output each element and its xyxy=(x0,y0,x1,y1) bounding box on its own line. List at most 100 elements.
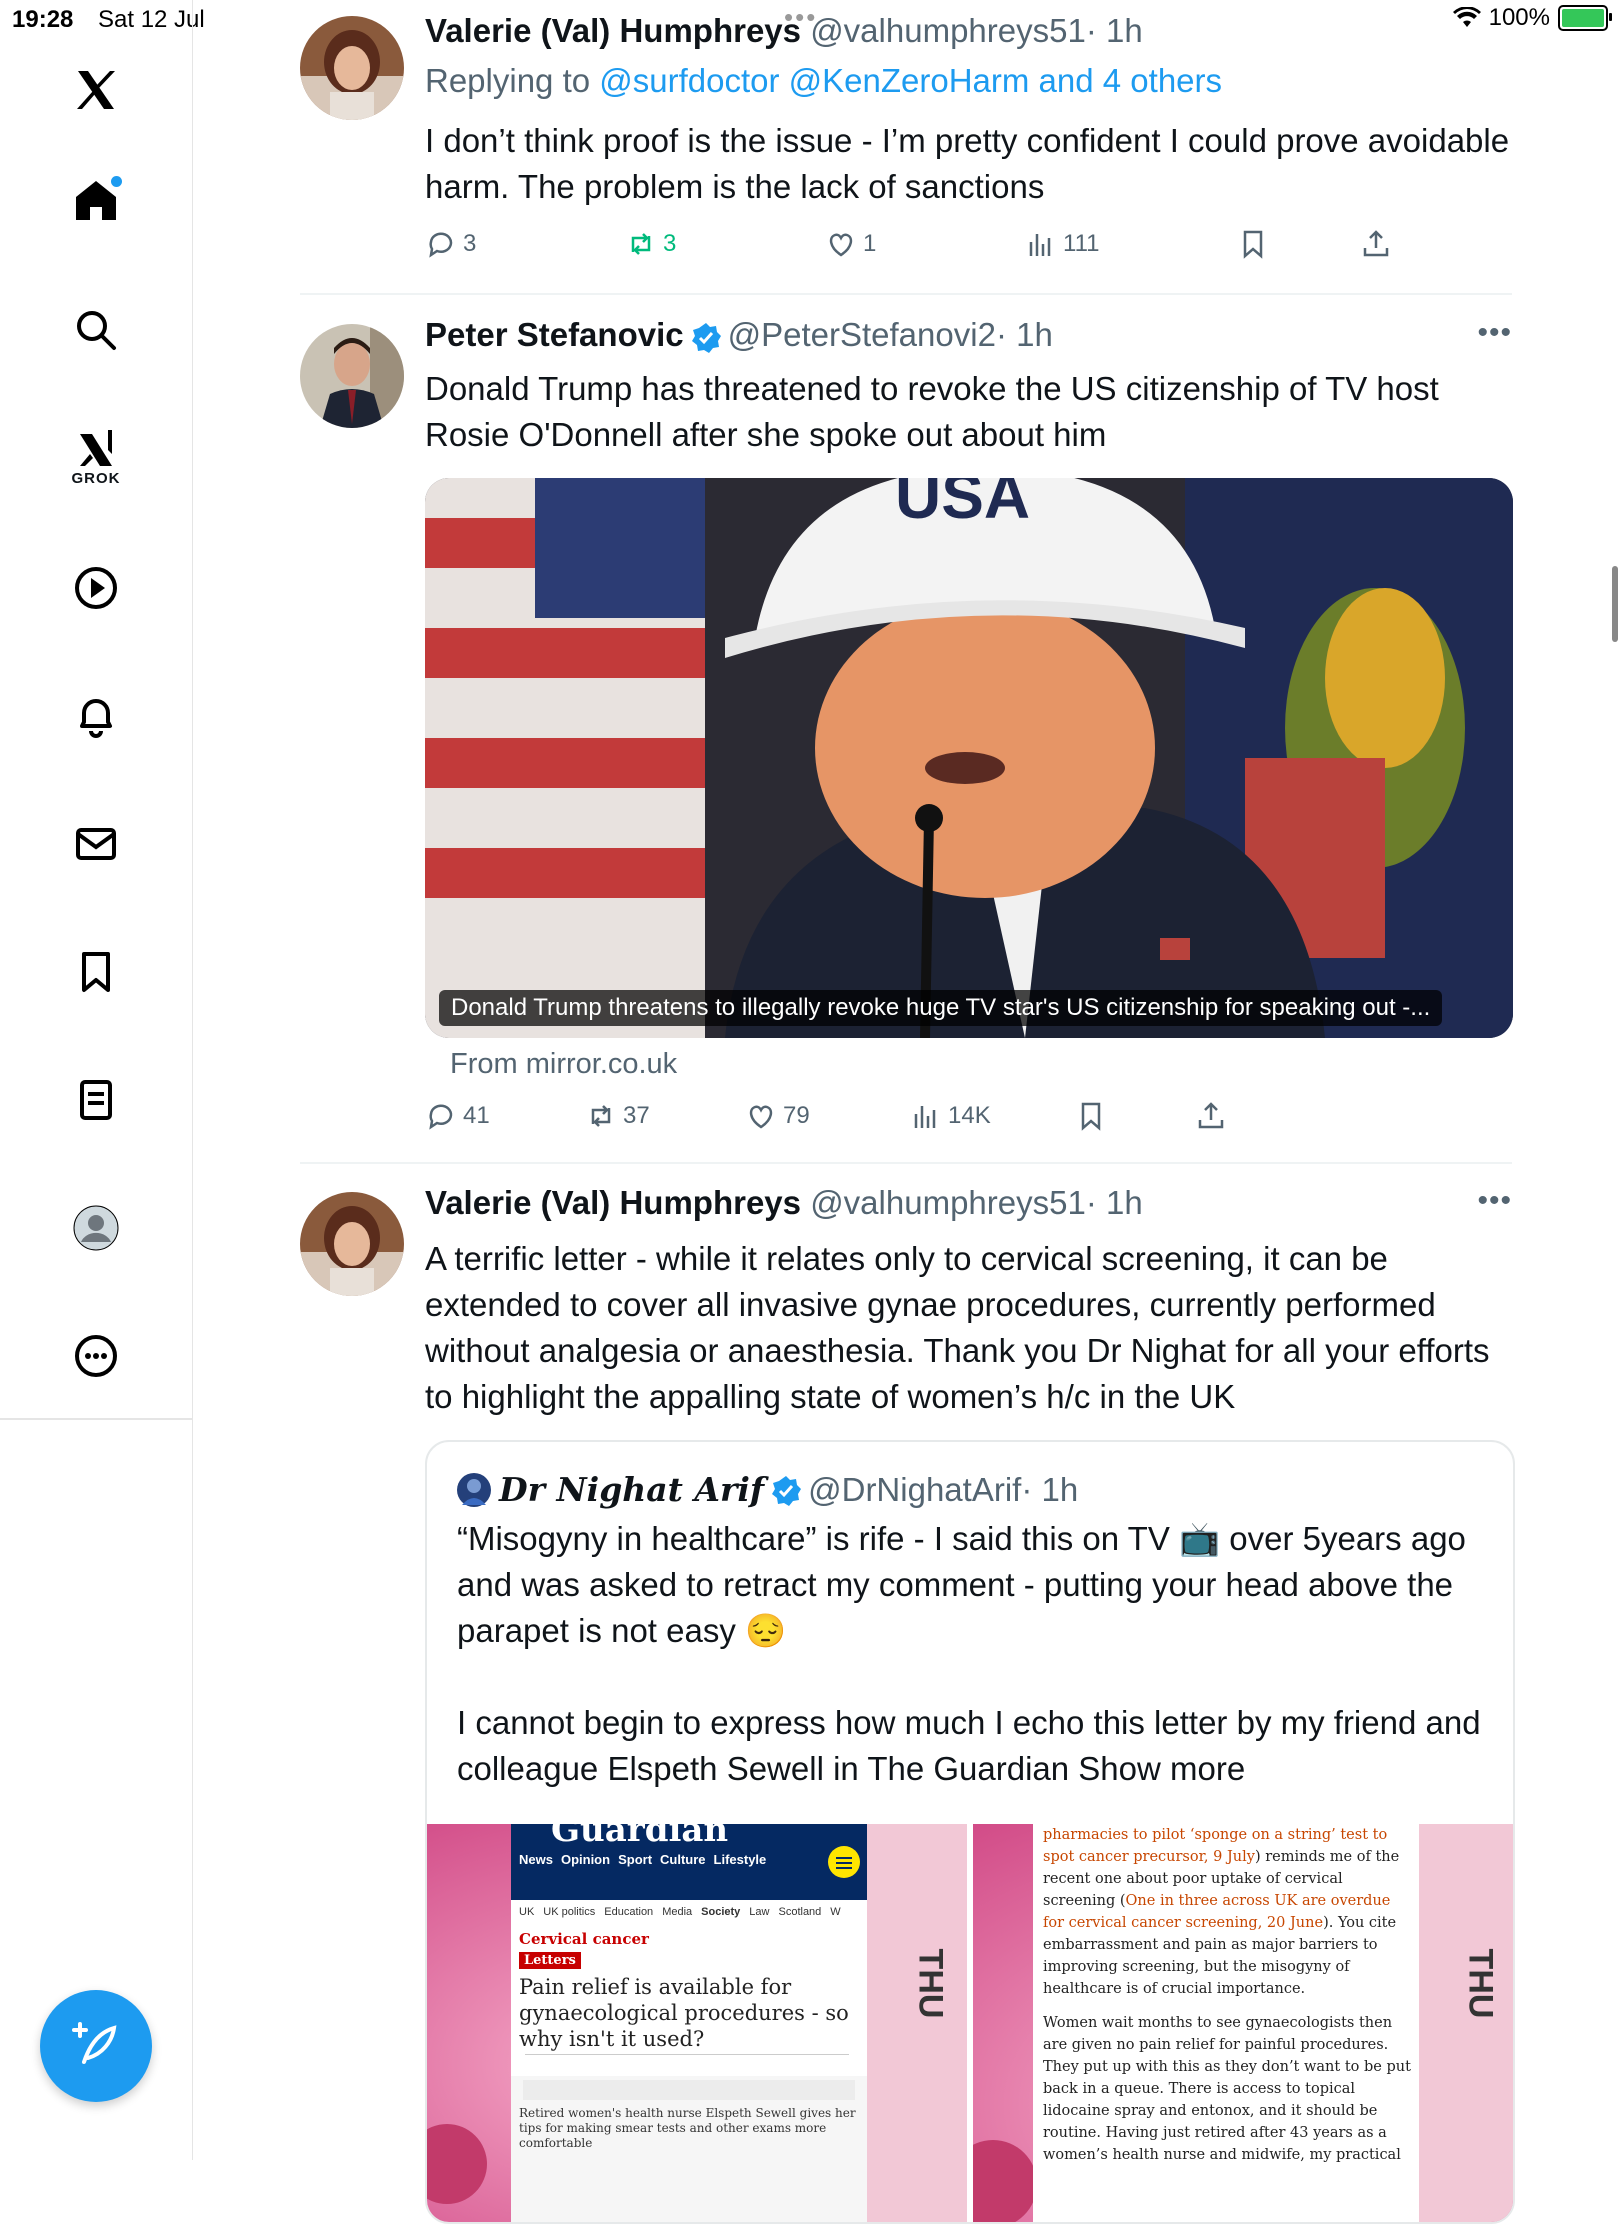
more-options-icon[interactable]: ••• xyxy=(1477,1184,1512,1218)
author-name[interactable]: Valerie (Val) Humphreys xyxy=(425,12,801,49)
x-logo-icon[interactable] xyxy=(48,42,144,138)
side-label: THU xyxy=(1461,1948,1500,2019)
more-circle-icon xyxy=(75,1335,117,1377)
views-button[interactable]: 14K xyxy=(910,1100,991,1132)
bookmark-button[interactable] xyxy=(1237,228,1269,260)
nav-search[interactable] xyxy=(48,282,144,378)
bookmark-icon xyxy=(1243,230,1263,259)
tweet[interactable]: Peter Stefanovic @PeterStefanovi2· 1h •••… xyxy=(300,296,1513,1162)
show-more-link[interactable]: Show more xyxy=(1078,1750,1245,1787)
quote-author-handle[interactable]: @DrNighatArif xyxy=(808,1471,1021,1509)
nav-grok[interactable]: GROK xyxy=(48,408,144,504)
guardian-subnav-item: UK xyxy=(519,1906,535,1918)
bookmark-button[interactable] xyxy=(1075,1100,1107,1132)
quote-post-time: · 1h xyxy=(1021,1470,1079,1508)
avatar[interactable] xyxy=(300,1192,404,1296)
views-chart-icon xyxy=(1029,234,1051,256)
nav-messages[interactable] xyxy=(48,796,144,892)
guardian-nav-item: Lifestyle xyxy=(713,1852,767,1867)
quote-image-1[interactable]: Guardian News Opinion Sport Culture Life… xyxy=(427,1824,967,2222)
like-button[interactable]: 1 xyxy=(825,228,876,260)
author-handle[interactable]: @PeterStefanovi2 xyxy=(728,316,996,353)
hat-text: USA xyxy=(895,478,1030,532)
nav-video[interactable] xyxy=(48,540,144,636)
author-handle[interactable]: @valhumphreys51 xyxy=(810,1184,1086,1221)
heart-icon xyxy=(749,1105,773,1129)
sidebar: GROK xyxy=(0,0,193,2160)
reply-icon xyxy=(429,1104,453,1130)
replying-prefix: Replying to xyxy=(425,62,600,99)
quote-image-2[interactable]: pharmacies to pilot ‘sponge on a string’… xyxy=(973,1824,1513,2222)
like-button[interactable]: 79 xyxy=(745,1100,810,1132)
guardian-nav-item: News xyxy=(519,1852,553,1867)
guardian-subnav-item: Society xyxy=(701,1906,741,1918)
guardian-tag: Letters xyxy=(519,1952,581,1969)
like-count: 79 xyxy=(783,1102,810,1129)
guardian-standfirst: Retired women's health nurse Elspeth Sew… xyxy=(519,2106,856,2150)
quote-header: Dr Nighat Arif @DrNighatArif · 1h xyxy=(457,1470,1078,1509)
guardian-subnav-item: Law xyxy=(749,1906,770,1918)
avatar[interactable] xyxy=(300,16,404,120)
scrollbar[interactable] xyxy=(1612,566,1618,642)
author-name[interactable]: Valerie (Val) Humphreys xyxy=(425,1184,801,1221)
repost-count: 37 xyxy=(623,1102,650,1129)
views-button[interactable]: 111 xyxy=(1025,228,1099,260)
guardian-nav-item: Sport xyxy=(618,1852,653,1867)
link-card-image[interactable]: USA Donald Trump threatens to illegally … xyxy=(425,478,1513,1038)
nav-profile[interactable] xyxy=(48,1180,144,1276)
tweet[interactable]: Valerie (Val) Humphreys @valhumphreys51 ·… xyxy=(300,1164,1515,2224)
replying-to: Replying to @surfdoctor @KenZeroHarm and… xyxy=(425,62,1222,100)
quote-avatar[interactable] xyxy=(457,1472,491,1507)
play-circle-icon xyxy=(75,567,117,609)
author-name[interactable]: Peter Stefanovic xyxy=(425,316,684,353)
tweet-text: Donald Trump has threatened to revoke th… xyxy=(425,370,1439,453)
guardian-nav-item: Opinion xyxy=(560,1852,611,1867)
guardian-subnav: UK UK politics Education Media Society L… xyxy=(519,1906,841,1918)
share-icon xyxy=(1198,1102,1224,1129)
reply-button[interactable]: 3 xyxy=(425,228,476,260)
nav-notifications[interactable] xyxy=(48,668,144,764)
quote-author-name[interactable]: Dr Nighat Arif xyxy=(499,1470,764,1509)
guardian-headline: Pain relief is available for gynaecologi… xyxy=(519,1975,849,2051)
heart-icon xyxy=(829,233,853,257)
repost-button[interactable]: 37 xyxy=(585,1100,650,1132)
tweet-header: Valerie (Val) Humphreys @valhumphreys51·… xyxy=(425,1184,1143,1222)
tweet-actions: 3 3 1 111 xyxy=(425,228,1515,268)
view-count: 111 xyxy=(1063,230,1100,257)
views-chart-icon xyxy=(914,1106,936,1128)
verified-badge-icon xyxy=(691,323,721,354)
grok-label: GROK xyxy=(71,469,121,487)
guardian-nav-item: Culture xyxy=(660,1852,706,1867)
verified-badge-icon xyxy=(772,1475,802,1506)
replying-to-link[interactable]: @surfdoctor @KenZeroHarm and 4 others xyxy=(599,62,1222,99)
avatar[interactable] xyxy=(300,324,404,428)
home-notification-dot xyxy=(111,176,122,187)
share-button[interactable] xyxy=(1360,228,1392,260)
quote-text-para1: “Misogyny in healthcare” is rife - I sai… xyxy=(457,1520,1466,1649)
repost-button[interactable]: 3 xyxy=(625,228,676,260)
repost-icon xyxy=(631,233,651,255)
tweet-header: Peter Stefanovic @PeterStefanovi2· 1h xyxy=(425,316,1053,354)
view-count: 14K xyxy=(948,1102,991,1129)
grok-icon xyxy=(80,429,112,466)
nav-bookmarks[interactable] xyxy=(48,924,144,1020)
article-para1: pharmacies to pilot ‘sponge on a string’… xyxy=(1043,1824,1415,2000)
share-button[interactable] xyxy=(1195,1100,1227,1132)
tweet[interactable]: Valerie (Val) Humphreys @valhumphreys51·… xyxy=(300,0,1512,294)
nav-home[interactable] xyxy=(48,152,144,248)
quote-text-para2-body: I cannot begin to express how much I ech… xyxy=(457,1704,1481,1787)
quoted-tweet[interactable]: Dr Nighat Arif @DrNighatArif · 1h “Misogyn… xyxy=(425,1440,1515,2224)
nav-lists[interactable] xyxy=(48,1052,144,1148)
more-options-icon[interactable]: ••• xyxy=(1477,316,1512,350)
reply-button[interactable]: 41 xyxy=(425,1100,490,1132)
mail-icon xyxy=(76,828,116,860)
card-source[interactable]: From mirror.co.uk xyxy=(450,1048,677,1081)
repost-icon xyxy=(591,1105,611,1127)
tweet-header: Valerie (Val) Humphreys @valhumphreys51·… xyxy=(425,12,1143,50)
quote-text: “Misogyny in healthcare” is rife - I sai… xyxy=(457,1516,1487,1792)
profile-avatar-icon xyxy=(73,1205,119,1251)
compose-post-button[interactable] xyxy=(40,1990,152,2102)
nav-more[interactable] xyxy=(48,1308,144,1404)
author-handle[interactable]: @valhumphreys51 xyxy=(810,12,1086,49)
repost-count: 3 xyxy=(663,230,677,257)
